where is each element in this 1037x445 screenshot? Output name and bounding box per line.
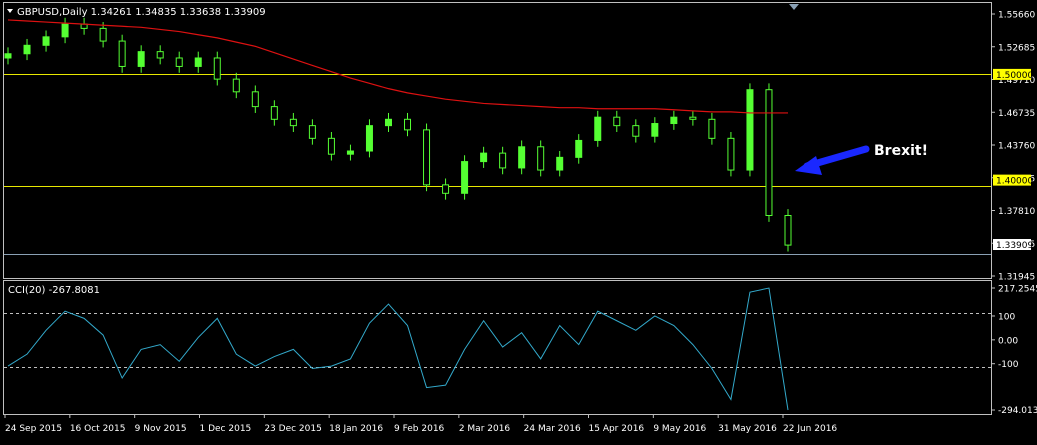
time-axis-label: 9 May 2016 <box>653 424 706 434</box>
price-label-text: 1.40000 <box>996 177 1033 187</box>
candle-body <box>42 36 50 46</box>
blue-arrow-icon <box>795 145 870 175</box>
candle-body <box>613 116 621 127</box>
candle-body <box>537 146 545 171</box>
candle-body <box>194 57 202 67</box>
cci-axis-label: 0.00 <box>998 336 1018 346</box>
candle-body <box>575 139 583 158</box>
cci-header: CCI(20) -267.8081 <box>8 285 100 296</box>
candle-body <box>461 161 469 194</box>
candle-body <box>651 123 659 137</box>
candle-body <box>708 118 716 139</box>
candle-body <box>632 125 640 137</box>
candle-body <box>746 89 754 171</box>
time-axis-label: 2 Mar 2016 <box>459 424 511 434</box>
candle-body <box>156 51 164 59</box>
candle-series <box>4 17 792 252</box>
time-axis-label: 15 Apr 2016 <box>589 424 645 434</box>
price-label-text: 1.33909 <box>996 241 1033 251</box>
cci-line <box>7 287 789 411</box>
candle-body <box>346 150 354 155</box>
candle-body <box>23 44 31 55</box>
cci-axis-label: -294.0134 <box>998 406 1037 416</box>
candle-body <box>784 215 792 246</box>
candle-body <box>270 106 278 120</box>
price-axis-label: 1.31945 <box>998 273 1035 283</box>
time-axis-label: 18 Jan 2016 <box>329 424 383 434</box>
time-axis-label: 16 Oct 2015 <box>70 424 126 434</box>
candle-body <box>689 116 697 120</box>
candle-body <box>480 152 488 163</box>
time-axis-label: 23 Dec 2015 <box>264 424 322 434</box>
candle-body <box>175 57 183 67</box>
candle-body <box>137 51 145 67</box>
price-axis-label: 1.55660 <box>998 11 1035 21</box>
candle-body <box>289 118 297 127</box>
cci-axis-label: 100 <box>998 312 1015 322</box>
brexit-annotation: Brexit! <box>874 143 928 159</box>
time-axis: 24 Sep 2015 16 Oct 2015 9 Nov 2015 1 Dec 20… <box>4 414 837 434</box>
chart-window[interactable]: GBPUSD,Daily 1.34261 1.34835 1.33638 1.3… <box>0 0 1037 441</box>
triangle-down-icon[interactable] <box>7 9 13 13</box>
time-axis-label: 9 Feb 2016 <box>394 424 445 434</box>
time-axis-label: 1 Dec 2015 <box>200 424 252 434</box>
cci-axis-label: -100 <box>998 360 1019 370</box>
price-axis: 1.556601.526851.497101.467351.437601.407… <box>991 11 1035 283</box>
candle-body <box>442 184 450 194</box>
candle-body <box>765 89 773 216</box>
price-pane-frame <box>3 2 992 279</box>
candle-body <box>232 78 240 93</box>
time-axis-label: 24 Mar 2016 <box>524 424 581 434</box>
candle-body <box>4 53 12 59</box>
price-axis-label: 1.46735 <box>998 109 1035 119</box>
candle-body <box>594 116 602 141</box>
time-axis-label: 9 Nov 2015 <box>135 424 187 434</box>
candle-body <box>670 116 678 125</box>
candle-body <box>404 118 412 131</box>
time-axis-label: 31 May 2016 <box>718 424 777 434</box>
candle-body <box>556 156 564 171</box>
candle-body <box>327 137 335 155</box>
chart-canvas[interactable]: GBPUSD,Daily 1.34261 1.34835 1.33638 1.3… <box>0 0 1037 441</box>
candle-body <box>213 57 221 80</box>
candle-body <box>727 137 735 171</box>
cci-axis: 217.2545 100 0.00 -100 -294.0134 <box>991 285 1037 416</box>
candle-body <box>518 146 526 169</box>
time-axis-label: 24 Sep 2015 <box>5 424 62 434</box>
time-axis-label: 22 Jun 2016 <box>783 424 837 434</box>
candle-body <box>365 125 373 152</box>
candle-body <box>251 91 259 108</box>
price-axis-label: 1.37810 <box>998 207 1035 217</box>
price-label-text: 1.50000 <box>996 71 1033 81</box>
candle-body <box>384 118 392 127</box>
candle-body <box>99 27 107 42</box>
candle-body <box>61 23 69 38</box>
candle-body <box>308 125 316 139</box>
price-axis-label: 1.43760 <box>998 142 1035 152</box>
price-axis-label: 1.52685 <box>998 43 1035 53</box>
cci-pane-frame <box>3 280 992 415</box>
scroll-marker-icon[interactable] <box>789 4 799 10</box>
symbol-header: GBPUSD,Daily 1.34261 1.34835 1.33638 1.3… <box>17 7 266 18</box>
candle-body <box>423 129 431 186</box>
candle-body <box>118 40 126 67</box>
cci-axis-label: 217.2545 <box>998 285 1037 295</box>
candle-body <box>499 152 507 169</box>
